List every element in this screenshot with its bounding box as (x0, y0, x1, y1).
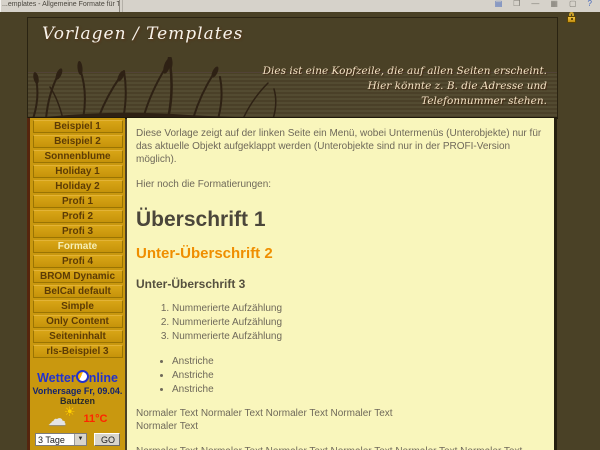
header-banner-image: Vorlagen / Templates Dies ist eine Kopfz… (27, 17, 558, 119)
normal-text-paragraph: Normaler Text Normaler Text Normaler Tex… (136, 407, 545, 433)
forecast-date: Vorhersage Fr, 09.04. (30, 386, 125, 396)
window-icon[interactable]: ❐ (513, 0, 520, 10)
logo-text-nline: nline (89, 371, 118, 385)
padlock-icon[interactable] (565, 12, 577, 23)
blue-doc-icon[interactable]: ▤ (495, 0, 503, 10)
logo-text-wetter: Wetter (37, 371, 76, 385)
heading-1: Überschrift 1 (136, 206, 545, 234)
sidebar-item-sonnenblume[interactable]: Sonnenblume (33, 150, 123, 163)
go-button[interactable]: GO (94, 433, 120, 446)
tagline-line: Hier könnte z. B. die Adresse und (368, 80, 547, 92)
bullet-list-item: Anstriche (172, 369, 545, 382)
numbered-list: Nummerierte Aufzählung Nummerierte Aufzä… (136, 302, 545, 344)
tagline-line: Dies ist eine Kopfzeile, die auf allen S… (263, 65, 547, 77)
site-title: Vorlagen / Templates (42, 24, 243, 44)
temperature-value: 11°C (84, 413, 108, 425)
help-icon[interactable]: ? (588, 0, 592, 10)
heading-2: Unter-Überschrift 2 (136, 244, 545, 264)
tagline-line: Telefonnummer stehen. (421, 95, 547, 107)
numbered-list-item: Nummerierte Aufzählung (172, 302, 545, 315)
sidebar-item-only-content[interactable]: Only Content (33, 315, 123, 328)
cloud-icon: ☁ (48, 408, 67, 431)
sidebar-item-rls-beispiel-3[interactable]: rls-Beispiel 3 (33, 345, 123, 358)
sidebar-item-brom-dynamic[interactable]: BROM Dynamic (33, 270, 123, 283)
forecast-city: Bautzen (30, 396, 125, 406)
forecast-range-select[interactable]: 3 Tage ▼ (35, 433, 87, 446)
sidebar-item-beispiel-1[interactable]: Beispiel 1 (33, 120, 123, 133)
main-content: Diese Vorlage zeigt auf der linken Seite… (127, 118, 557, 450)
sidebar-menu: Beispiel 1 Beispiel 2 Sonnenblume Holida… (30, 118, 125, 360)
sidebar-item-profi-3[interactable]: Profi 3 (33, 225, 123, 238)
bullet-list: Anstriche Anstriche Anstriche (136, 355, 545, 397)
grid-icon[interactable]: ▦ (550, 0, 558, 10)
weather-widget: Wetter nline Vorhersage Fr, 09.04. Bautze… (30, 370, 125, 450)
sidebar-item-holiday-2[interactable]: Holiday 2 (33, 180, 123, 193)
partly-cloudy-icon: ☀ ☁ (48, 409, 74, 429)
chevron-down-icon[interactable]: ▼ (74, 434, 86, 445)
select-value: 3 Tage (36, 435, 74, 445)
minimize-icon[interactable]: — (531, 0, 539, 10)
bullet-list-item: Anstriche (172, 383, 545, 396)
sidebar-item-simple[interactable]: Simple (33, 300, 123, 313)
bullet-list-item: Anstriche (172, 355, 545, 368)
numbered-list-item: Nummerierte Aufzählung (172, 330, 545, 343)
page-background: Vorlagen / Templates Dies ist eine Kopfz… (0, 12, 600, 450)
numbered-list-item: Nummerierte Aufzählung (172, 316, 545, 329)
globe-icon (76, 370, 89, 383)
sidebar-item-belcal-default[interactable]: BelCal default (33, 285, 123, 298)
sidebar-item-holiday-1[interactable]: Holiday 1 (33, 165, 123, 178)
sidebar-item-profi-1[interactable]: Profi 1 (33, 195, 123, 208)
long-text-paragraph: Normaler Text Normaler Text Normaler Tex… (136, 445, 545, 450)
normal-text-line: Normaler Text (136, 421, 198, 432)
sidebar-item-beispiel-2[interactable]: Beispiel 2 (33, 135, 123, 148)
sidebar: Beispiel 1 Beispiel 2 Sonnenblume Holida… (27, 118, 125, 450)
intro-paragraph: Diese Vorlage zeigt auf der linken Seite… (136, 127, 545, 167)
heading-3: Unter-Überschrift 3 (136, 277, 545, 293)
header-tagline: Dies ist eine Kopfzeile, die auf allen S… (263, 64, 547, 110)
sidebar-item-profi-2[interactable]: Profi 2 (33, 210, 123, 223)
normal-text-line: Normaler Text Normaler Text Normaler Tex… (136, 408, 393, 419)
wetteronline-logo[interactable]: Wetter nline (30, 370, 125, 385)
sidebar-item-profi-4[interactable]: Profi 4 (33, 255, 123, 268)
page-icon[interactable]: ▢ (569, 0, 577, 10)
sidebar-item-seiteninhalt[interactable]: Seiteninhalt (33, 330, 123, 343)
formats-intro-paragraph: Hier noch die Formatierungen: (136, 178, 545, 191)
sidebar-item-formate[interactable]: Formate (33, 240, 123, 253)
tab-divider (122, 0, 123, 12)
